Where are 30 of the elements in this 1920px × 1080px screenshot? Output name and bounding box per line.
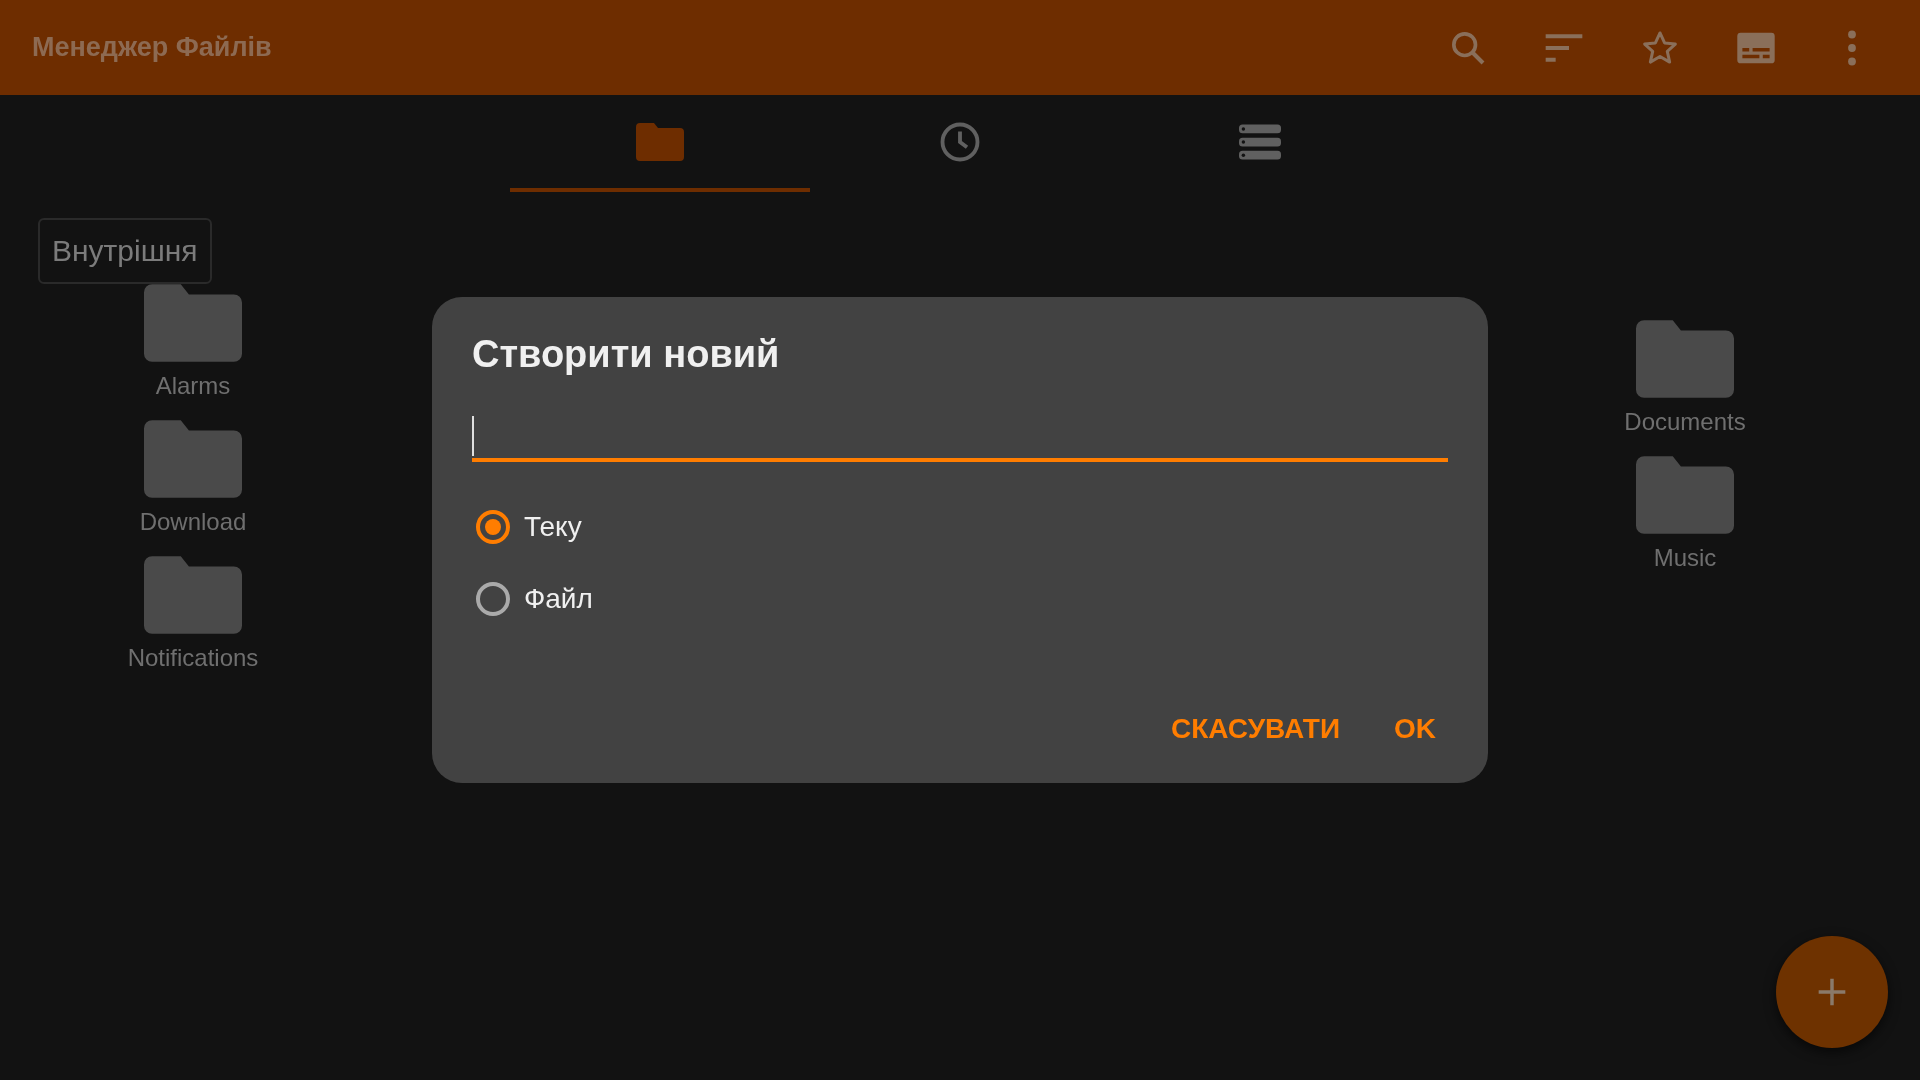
folder-icon	[144, 420, 242, 498]
folder-icon	[1636, 456, 1734, 534]
clock-icon	[939, 120, 981, 163]
folder-name[interactable]: Alarms	[155, 372, 231, 400]
more-icon	[1847, 29, 1857, 66]
storage-icon	[1239, 123, 1281, 160]
folder-icon	[144, 284, 242, 362]
sort-icon	[1544, 32, 1584, 63]
radio-button[interactable]	[476, 510, 510, 544]
text-caret	[472, 416, 474, 456]
name-field[interactable]	[472, 414, 1448, 462]
folder-name[interactable]: Notifications	[127, 644, 259, 672]
folder-name[interactable]: Documents	[1624, 408, 1746, 436]
subtitles-icon	[1735, 30, 1777, 65]
folder-name[interactable]: Download	[139, 508, 247, 536]
plus-icon	[1816, 976, 1848, 1008]
radio-label: Теку	[524, 511, 582, 543]
folder-icon	[1636, 320, 1734, 398]
dialog-title: Створити новий	[472, 333, 781, 376]
folder-icon	[144, 556, 242, 634]
folder-icon	[636, 122, 684, 161]
dialog-button[interactable]: OK	[1382, 705, 1448, 753]
storage-chip[interactable]: Внутрішня	[38, 218, 212, 284]
radio-option[interactable]: Файл	[472, 582, 1448, 616]
radio-button[interactable]	[476, 582, 510, 616]
app-title: Менеджер Файлів	[32, 32, 273, 63]
radio-option[interactable]: Теку	[472, 510, 1448, 544]
dialog-button[interactable]: СКАСУВАТИ	[1159, 705, 1352, 753]
folder-name[interactable]: Music	[1653, 544, 1717, 572]
radio-label: Файл	[524, 583, 593, 615]
